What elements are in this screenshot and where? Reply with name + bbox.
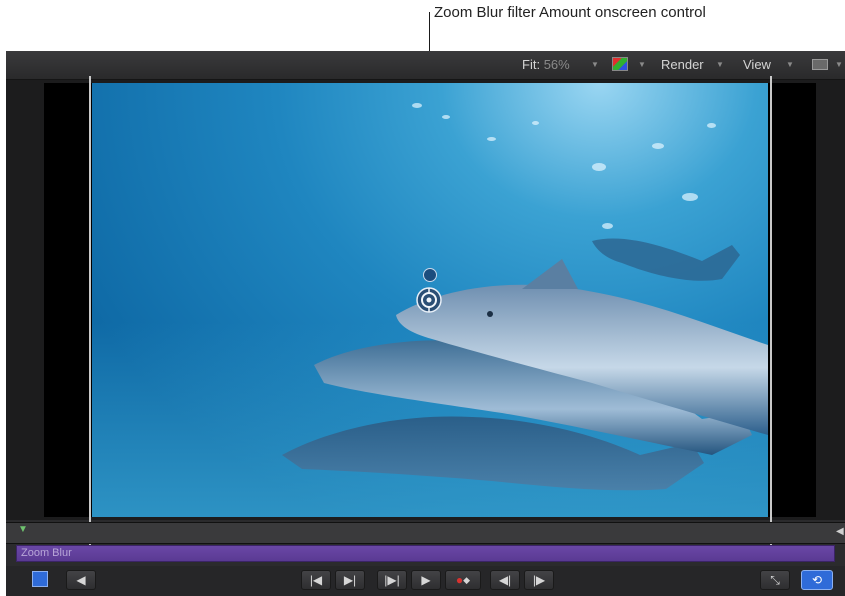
fullscreen-button[interactable]: ⤡	[760, 570, 790, 590]
render-chevron-down-icon[interactable]: ▼	[716, 60, 724, 69]
view-menu[interactable]: View	[743, 57, 771, 72]
render-label: Render	[661, 57, 704, 72]
canvas-window: Fit: 56% ▼ ▼ Render ▼ View ▼ ▼	[6, 51, 845, 596]
previous-frame-icon: ◀|	[498, 573, 512, 587]
next-frame-icon: |▶	[532, 573, 546, 587]
show-hide-timing-icon[interactable]	[32, 571, 48, 587]
speaker-icon: ◀	[76, 573, 86, 587]
view-label: View	[743, 57, 771, 72]
record-icon: ●	[455, 573, 464, 587]
go-to-start-button[interactable]: |◀	[301, 570, 331, 590]
amount-handle[interactable]	[423, 268, 437, 282]
fit-value: 56%	[543, 57, 570, 72]
frame-boundary-left	[89, 76, 91, 546]
previous-frame-button[interactable]: ◀|	[490, 570, 520, 590]
layout-chevron-down-icon[interactable]: ▼	[835, 60, 843, 69]
record-button[interactable]: ● ◆	[445, 570, 481, 590]
layout-icon[interactable]	[812, 59, 828, 70]
frame-boundary-right	[770, 76, 772, 546]
fit-chevron-down-icon[interactable]: ▼	[591, 60, 599, 69]
go-to-end-button[interactable]: ▶|	[335, 570, 365, 590]
zoom-blur-center-target-icon[interactable]	[416, 287, 442, 313]
clip-label: Zoom Blur	[21, 547, 72, 559]
go-to-end-icon: ▶|	[343, 573, 357, 587]
zoom-blur-clip-bar[interactable]: Zoom Blur	[16, 545, 835, 562]
playhead-icon[interactable]: ▼	[18, 524, 28, 535]
view-chevron-down-icon[interactable]: ▼	[786, 60, 794, 69]
play-icon: ▶	[421, 573, 431, 587]
keyframe-icon: ◆	[463, 574, 471, 585]
fit-zoom-popup[interactable]: Fit: 56%	[522, 57, 570, 72]
canvas-toolbar: Fit: 56% ▼ ▼ Render ▼ View ▼ ▼	[6, 51, 845, 80]
loop-icon: ⟲	[811, 573, 823, 587]
go-to-start-icon: |◀	[309, 573, 323, 587]
render-menu[interactable]: Render	[661, 57, 704, 72]
fit-label: Fit:	[522, 57, 541, 72]
out-point-marker-icon[interactable]: ◀	[836, 526, 844, 537]
mini-timeline-ruler[interactable]	[6, 522, 845, 544]
transport-controls: ◀ |◀ ▶| |▶| ▶ ● ◆ ◀| |▶ ⤡ ⟲	[6, 566, 845, 596]
next-frame-button[interactable]: |▶	[524, 570, 554, 590]
audio-mute-button[interactable]: ◀	[66, 570, 96, 590]
play-from-start-icon: |▶|	[384, 573, 400, 587]
color-chevron-down-icon[interactable]: ▼	[638, 60, 646, 69]
loop-playback-button[interactable]: ⟲	[801, 570, 833, 590]
play-button[interactable]: ▶	[411, 570, 441, 590]
color-channels-icon[interactable]	[612, 57, 628, 71]
play-from-start-button[interactable]: |▶|	[377, 570, 407, 590]
callout-label: Zoom Blur filter Amount onscreen control	[434, 4, 706, 21]
fullscreen-icon: ⤡	[770, 572, 780, 587]
